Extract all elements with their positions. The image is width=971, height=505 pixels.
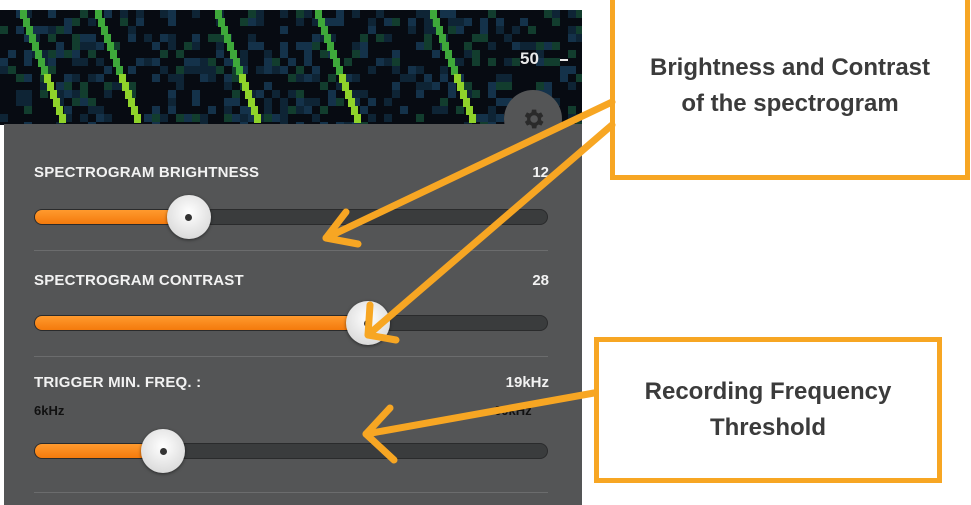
arrow-to-trigger-freq — [362, 389, 598, 438]
arrow-to-brightness — [322, 98, 616, 242]
annotation-arrows — [322, 98, 616, 464]
